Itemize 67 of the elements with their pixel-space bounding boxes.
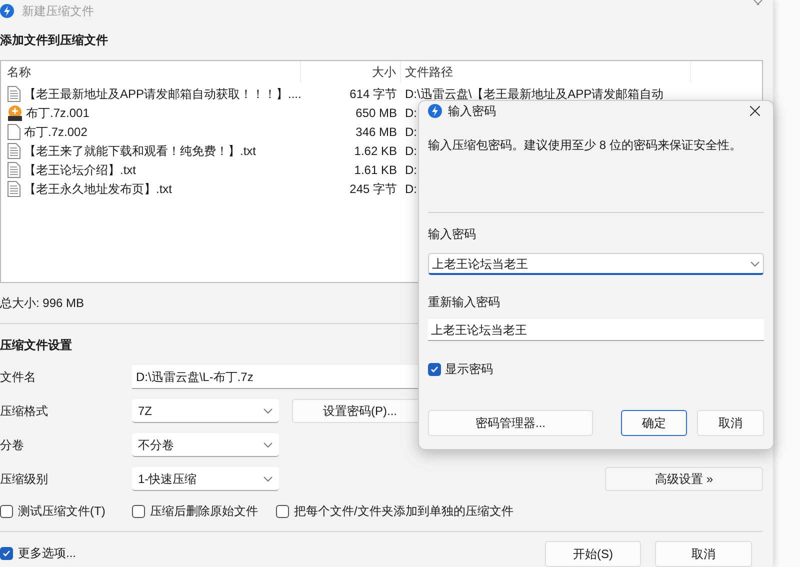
checkmark-icon — [430, 364, 439, 374]
column-header[interactable]: 名称 — [1, 61, 301, 83]
file-path: D: — [405, 144, 417, 158]
chevron-down-icon — [263, 476, 273, 482]
checkbox[interactable] — [0, 546, 13, 560]
field-label: 重新输入密码 — [428, 294, 501, 311]
field-label: 输入密码 — [428, 226, 477, 243]
text-file-icon — [7, 86, 21, 102]
file-size: 614 字节 — [348, 86, 398, 102]
file-size: 1.61 KB — [353, 162, 398, 178]
file-name: 【老王来了就能下载和观看！纯免费！】.txt — [24, 142, 256, 160]
field-label: 分卷 — [0, 437, 25, 454]
field-label: 文件名 — [0, 369, 37, 386]
field-label: 压缩级别 — [0, 471, 49, 488]
file-name: 【老王论坛介绍】.txt — [24, 162, 136, 178]
checkbox[interactable] — [276, 504, 289, 518]
password-manager-button[interactable]: 密码管理器... — [428, 410, 593, 436]
advanced-settings-button[interactable]: 高级设置 » — [605, 467, 763, 491]
checkbox[interactable] — [132, 504, 145, 518]
password-confirm-field[interactable]: 上老王论坛当老王 — [428, 319, 764, 341]
file-path: D:\迅雷云盘\【老王最新地址及APP请发邮箱自动 — [405, 86, 664, 100]
section-title: 压缩文件设置 — [0, 337, 72, 354]
checkbox-label: 压缩后删除原始文件 — [150, 503, 258, 520]
dropdown[interactable]: 不分卷 — [132, 433, 279, 457]
file-name: 布丁.7z.002 — [24, 124, 88, 140]
archive-file-icon — [7, 104, 23, 120]
total-size: 总大小: 996 MB — [0, 295, 84, 312]
column-header[interactable]: 大小 — [301, 61, 401, 83]
ok-button[interactable]: 确定 — [621, 410, 687, 436]
text-file-icon — [7, 162, 21, 178]
password-field[interactable]: 上老王论坛当老王 — [428, 253, 764, 275]
file-size: 346 MB — [354, 124, 398, 140]
file-name: 布丁.7z.001 — [26, 104, 90, 122]
app-logo-icon — [428, 104, 442, 118]
field-label: 压缩格式 — [0, 403, 49, 420]
file-size: 1.62 KB — [353, 142, 398, 160]
chevron-down-icon — [263, 408, 273, 414]
text-file-icon — [7, 142, 21, 158]
checkbox[interactable] — [0, 504, 13, 518]
file-path: D: — [405, 182, 417, 196]
file-name: 【老王永久地址发布页】.txt — [24, 180, 172, 198]
section-title: 添加文件到压缩文件 — [0, 32, 108, 49]
checkbox-label: 测试压缩文件(T) — [18, 503, 106, 520]
chevron-down-icon — [263, 442, 273, 448]
checkbox[interactable] — [428, 362, 441, 376]
chevron-down-icon — [750, 260, 760, 266]
window-title: 新建压缩文件 — [22, 5, 94, 17]
file-path: D: — [405, 162, 417, 176]
dialog-title: 输入密码 — [448, 103, 496, 120]
file-icon — [7, 124, 21, 140]
checkbox-label: 显示密码 — [445, 361, 493, 378]
checkmark-icon — [2, 548, 11, 558]
text-file-icon — [7, 180, 21, 196]
file-size: 245 字节 — [348, 180, 398, 198]
start-button[interactable]: 开始(S) — [545, 541, 641, 567]
file-path: D: — [405, 106, 417, 120]
file-path: D: — [405, 124, 417, 138]
dropdown[interactable]: 1-快速压缩 — [132, 467, 279, 491]
column-header[interactable]: 文件路径 — [401, 61, 691, 83]
cancel-button[interactable]: 取消 — [655, 541, 752, 567]
checkbox-label: 更多选项... — [18, 545, 76, 562]
file-name: 【老王最新地址及APP请发邮箱自动获取！！！】.... — [24, 86, 301, 102]
file-size: 650 MB — [354, 104, 398, 122]
checkbox-label: 把每个文件/文件夹添加到单独的压缩文件 — [294, 503, 514, 520]
cancel-button[interactable]: 取消 — [697, 410, 764, 436]
dropdown[interactable]: 7Z — [132, 399, 279, 423]
dialog-description: 输入压缩包密码。建议使用至少 8 位的密码来保证安全性。 — [428, 137, 742, 154]
